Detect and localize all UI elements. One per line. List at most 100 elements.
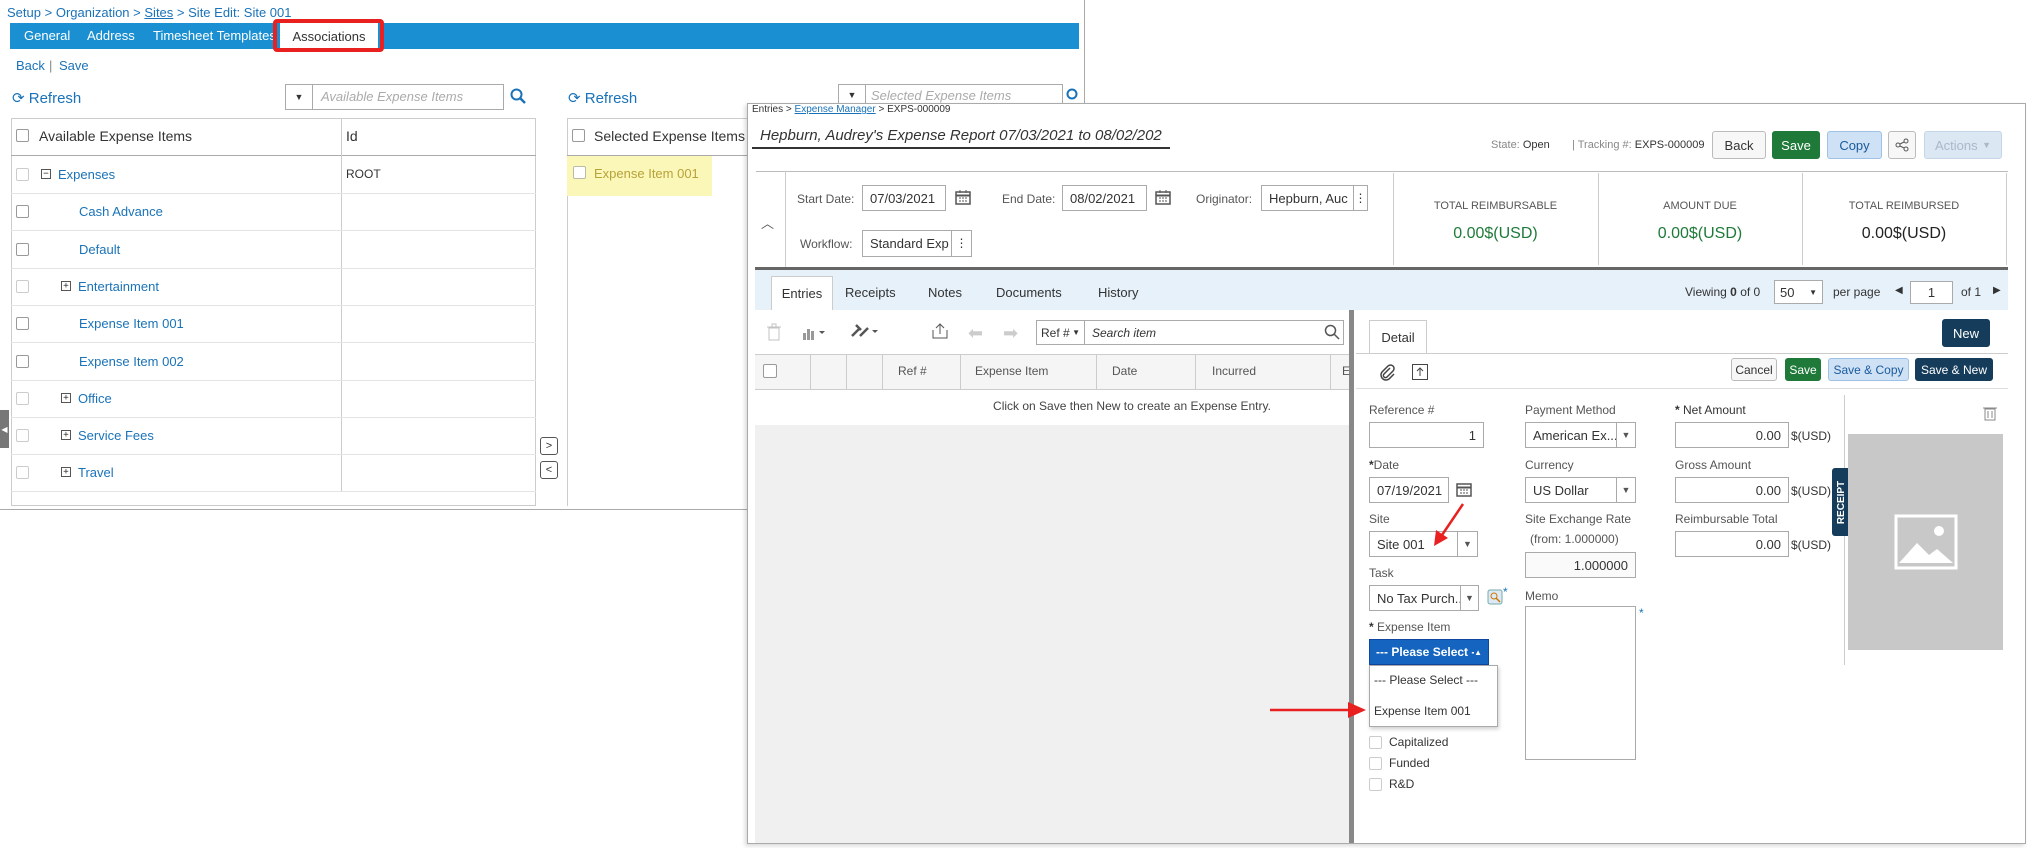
available-filter-dropdown[interactable]: ▼ (285, 84, 313, 110)
available-row-checkbox[interactable] (16, 168, 29, 181)
selected-row-checkbox[interactable] (573, 166, 586, 179)
forward-arrow-icon[interactable]: ➡ (1003, 323, 1018, 344)
attach-icon[interactable] (1377, 363, 1395, 384)
available-item-label[interactable]: Expenses (58, 167, 115, 182)
crumb-setup[interactable]: Setup (7, 5, 41, 20)
detail-save-button[interactable]: Save (1785, 358, 1821, 381)
crumb-expense-manager[interactable]: Expense Manager (795, 104, 876, 115)
expand-icon[interactable]: + (61, 392, 71, 403)
tab-history[interactable]: History (1098, 285, 1138, 300)
available-item-label[interactable]: Cash Advance (79, 204, 163, 219)
tab-timesheet-templates[interactable]: Timesheet Templates (153, 28, 276, 43)
search-icon[interactable] (1066, 88, 1080, 102)
tab-general[interactable]: General (24, 28, 70, 43)
tab-receipts[interactable]: Receipts (845, 285, 896, 300)
back-arrow-icon[interactable]: ⬅ (968, 323, 983, 344)
grid-select-all-checkbox[interactable] (763, 364, 777, 378)
move-left-button[interactable]: < (540, 461, 558, 479)
header-expense-item[interactable]: Expense Item (975, 364, 1048, 378)
rnd-checkbox[interactable] (1369, 778, 1382, 791)
header-incurred[interactable]: Incurred (1212, 364, 1256, 378)
available-item-label[interactable]: Office (78, 391, 112, 406)
next-page-arrow[interactable]: ▶ (1993, 285, 2001, 296)
capitalized-checkbox[interactable] (1369, 736, 1382, 749)
expand-icon[interactable]: + (61, 430, 71, 441)
available-item-label[interactable]: Default (79, 242, 120, 257)
payment-method-select[interactable]: American Ex... (1525, 422, 1617, 448)
available-row-checkbox[interactable] (16, 466, 29, 480)
new-button[interactable]: New (1942, 319, 1990, 347)
search-icon[interactable] (1324, 324, 1340, 343)
available-row-checkbox[interactable] (16, 242, 29, 256)
collapse-side-handle[interactable]: ◀ (0, 410, 9, 448)
dropdown-option-please-select[interactable]: --- Please Select --- (1374, 673, 1478, 687)
save-button[interactable]: Save (1772, 131, 1820, 159)
reference-input[interactable]: 1 (1369, 422, 1484, 448)
detail-tab[interactable]: Detail (1369, 320, 1427, 354)
originator-input[interactable]: Hepburn, Auc (1261, 185, 1354, 211)
grid-search-input[interactable]: Search item (1084, 320, 1344, 345)
reimbursable-total-input[interactable]: 0.00 (1675, 531, 1789, 557)
header-ref[interactable]: Ref # (898, 364, 927, 378)
crumb-organization[interactable]: Organization (56, 5, 130, 20)
task-select[interactable]: No Tax Purch... (1369, 585, 1461, 611)
available-row-checkbox[interactable] (16, 391, 29, 405)
crumb-sites[interactable]: Sites (144, 5, 173, 20)
tab-address[interactable]: Address (87, 28, 135, 43)
available-item-label[interactable]: Service Fees (78, 428, 154, 443)
refresh-selected-button[interactable]: ⟳ Refresh (568, 89, 637, 107)
net-amount-input[interactable]: 0.00 (1675, 422, 1789, 448)
prev-page-arrow[interactable]: ◀ (1895, 285, 1903, 296)
back-button[interactable]: Back (1712, 131, 1766, 159)
tab-entries[interactable]: Entries (771, 276, 833, 310)
export-icon[interactable] (931, 322, 949, 343)
workflow-menu-button[interactable]: ⋮ (952, 230, 972, 257)
select-all-available-checkbox[interactable] (16, 129, 29, 142)
payment-dropdown-arrow[interactable]: ▼ (1617, 422, 1636, 448)
header-e[interactable]: E (1342, 364, 1350, 378)
page-number-input[interactable]: 1 (1910, 281, 1953, 304)
tab-notes[interactable]: Notes (928, 285, 962, 300)
available-item-label[interactable]: Expense Item 001 (79, 316, 184, 331)
start-date-input[interactable]: 07/03/2021 (862, 185, 946, 211)
originator-menu-button[interactable]: ⋮ (1354, 185, 1368, 211)
delete-icon[interactable] (766, 323, 782, 344)
collapse-header-button[interactable]: ︿ (761, 213, 774, 232)
expand-icon[interactable]: + (61, 467, 71, 478)
search-field-select[interactable]: Ref # ▼ (1036, 320, 1084, 345)
expense-item-select[interactable]: --- Please Select - ▲ (1369, 639, 1489, 665)
save-copy-button[interactable]: Save & Copy (1828, 358, 1909, 381)
memo-textarea[interactable] (1525, 606, 1636, 760)
chart-icon[interactable] (801, 323, 827, 344)
search-icon[interactable] (510, 88, 526, 104)
per-page-select[interactable]: 50 ▼ (1774, 280, 1823, 304)
task-lookup-icon[interactable] (1487, 589, 1503, 608)
select-all-selected-checkbox[interactable] (572, 129, 585, 142)
calendar-icon[interactable] (955, 189, 971, 208)
tab-documents[interactable]: Documents (996, 285, 1062, 300)
upload-receipt-icon[interactable] (1411, 363, 1429, 384)
save-link[interactable]: Save (59, 58, 89, 73)
funded-checkbox[interactable] (1369, 757, 1382, 770)
expand-icon[interactable]: + (61, 280, 71, 291)
dropdown-option-expense-item-001[interactable]: Expense Item 001 (1374, 704, 1471, 718)
available-item-label[interactable]: Travel (78, 465, 114, 480)
available-row-checkbox[interactable] (16, 317, 29, 331)
save-new-button[interactable]: Save & New (1915, 358, 1993, 381)
calendar-icon[interactable] (1155, 189, 1171, 208)
trash-icon[interactable] (1983, 405, 1997, 424)
back-link[interactable]: Back (16, 58, 45, 73)
crumb-entries[interactable]: Entries (752, 104, 783, 115)
available-item-label[interactable]: Expense Item 002 (79, 354, 184, 369)
available-item-label[interactable]: Entertainment (78, 279, 159, 294)
available-row-checkbox[interactable] (16, 354, 29, 368)
currency-select[interactable]: US Dollar (1525, 477, 1617, 503)
move-right-button[interactable]: > (540, 437, 558, 455)
tools-icon[interactable] (850, 322, 880, 343)
copy-button[interactable]: Copy (1827, 131, 1882, 159)
cancel-button[interactable]: Cancel (1731, 358, 1777, 381)
end-date-input[interactable]: 08/02/2021 (1062, 185, 1147, 211)
currency-dropdown-arrow[interactable]: ▼ (1617, 477, 1636, 503)
calendar-icon[interactable] (1456, 481, 1472, 500)
refresh-available-button[interactable]: ⟳ Refresh (12, 89, 81, 107)
